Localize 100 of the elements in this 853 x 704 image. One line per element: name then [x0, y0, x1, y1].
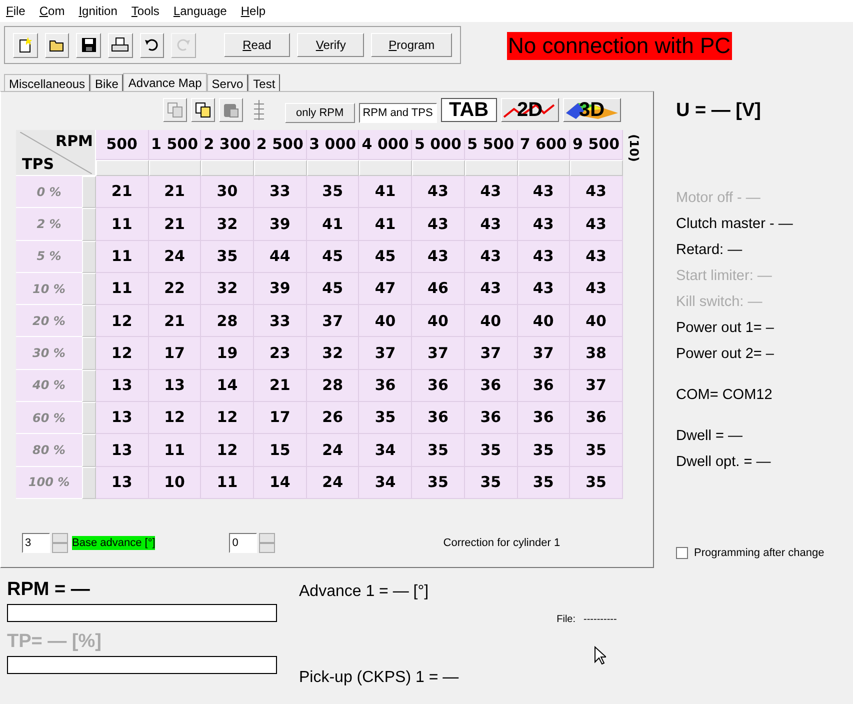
table-cell[interactable]: 37	[412, 337, 465, 370]
table-cell[interactable]: 36	[412, 370, 465, 402]
table-cell[interactable]: 34	[359, 466, 412, 499]
table-cell[interactable]: 13	[96, 434, 149, 467]
table-cell[interactable]: 32	[201, 272, 254, 306]
table-cell[interactable]: 37	[464, 337, 518, 370]
table-cell[interactable]: 35	[412, 466, 465, 499]
table-cell[interactable]: 44	[254, 240, 307, 273]
table-cell[interactable]: 33	[254, 176, 307, 208]
header-spacer-cell[interactable]	[464, 160, 518, 176]
checkbox-label[interactable]: Programming after change	[694, 544, 824, 561]
cylinder-correction-field[interactable]: 0	[229, 532, 258, 553]
row-selector-cell[interactable]	[82, 240, 96, 273]
table-cell[interactable]: 21	[148, 208, 202, 241]
table-cell[interactable]: 30	[201, 176, 254, 208]
table-cell[interactable]: 35	[412, 434, 465, 467]
table-cell[interactable]: 14	[201, 370, 254, 402]
table-cell[interactable]: 32	[201, 208, 254, 241]
table-cell[interactable]: 12	[96, 305, 149, 338]
spin-buttons[interactable]	[259, 532, 276, 553]
toolbar-text-button[interactable]: Verify	[297, 33, 364, 57]
row-selector-cell[interactable]	[82, 272, 96, 306]
table-cell[interactable]: 36	[412, 402, 465, 434]
table-cell[interactable]: 21	[96, 176, 149, 208]
header-spacer-cell[interactable]	[201, 160, 254, 176]
table-cell[interactable]: 35	[201, 240, 254, 273]
toolbar-button[interactable]	[13, 32, 38, 58]
table-cell[interactable]: 11	[96, 240, 149, 273]
header-spacer-cell[interactable]	[148, 160, 202, 176]
toolbar-text-button[interactable]: Program	[371, 33, 452, 57]
table-cell[interactable]: 11	[96, 208, 149, 241]
table-cell[interactable]: 13	[148, 370, 202, 402]
table-cell[interactable]: 40	[518, 305, 570, 338]
menu-item[interactable]: Tools	[131, 2, 160, 20]
table-cell[interactable]: 41	[306, 208, 360, 241]
map-tool-button[interactable]	[191, 98, 215, 122]
table-cell[interactable]: 28	[306, 370, 360, 402]
table-cell[interactable]: 41	[359, 208, 412, 241]
table-cell[interactable]: 40	[570, 305, 623, 338]
table-cell[interactable]: 24	[306, 466, 360, 499]
table-cell[interactable]: 38	[570, 337, 623, 370]
table-cell[interactable]: 12	[148, 402, 202, 434]
table-cell[interactable]: 41	[359, 176, 412, 208]
row-selector-cell[interactable]	[82, 208, 96, 241]
header-spacer-cell[interactable]	[570, 160, 623, 176]
table-cell[interactable]: 35	[464, 434, 518, 467]
table-cell[interactable]: 22	[148, 272, 202, 306]
tab[interactable]: Test	[248, 74, 280, 91]
table-cell[interactable]: 24	[148, 240, 202, 273]
row-selector-cell[interactable]	[82, 370, 96, 402]
table-cell[interactable]: 35	[518, 466, 570, 499]
mode-button[interactable]: only RPM	[285, 103, 355, 123]
row-selector-cell[interactable]	[82, 176, 96, 208]
row-selector-cell[interactable]	[82, 337, 96, 370]
table-cell[interactable]: 39	[254, 272, 307, 306]
table-cell[interactable]: 40	[412, 305, 465, 338]
toolbar-button[interactable]	[76, 32, 101, 58]
table-cell[interactable]: 11	[201, 466, 254, 499]
table-cell[interactable]: 21	[148, 305, 202, 338]
tab[interactable]: Servo	[206, 74, 248, 91]
row-selector-cell[interactable]	[82, 466, 96, 499]
toolbar-button[interactable]	[44, 32, 70, 58]
table-cell[interactable]: 43	[412, 176, 465, 208]
table-cell[interactable]: 35	[359, 402, 412, 434]
table-cell[interactable]: 23	[254, 337, 307, 370]
table-cell[interactable]: 43	[412, 240, 465, 273]
table-cell[interactable]: 33	[254, 305, 307, 338]
table-cell[interactable]: 36	[570, 402, 623, 434]
table-cell[interactable]: 45	[306, 240, 360, 273]
toolbar-button[interactable]	[140, 32, 164, 58]
table-cell[interactable]: 13	[96, 402, 149, 434]
menu-item[interactable]: Com	[39, 2, 65, 20]
checkbox[interactable]	[676, 546, 688, 559]
table-cell[interactable]: 43	[570, 208, 623, 241]
header-spacer-cell[interactable]	[96, 160, 149, 176]
table-cell[interactable]: 19	[201, 337, 254, 370]
menu-item[interactable]: Help	[240, 2, 266, 20]
tab[interactable]: Miscellaneous	[4, 74, 90, 91]
menu-item[interactable]: File	[6, 2, 26, 20]
table-cell[interactable]: 45	[306, 272, 360, 306]
table-cell[interactable]: 43	[518, 208, 570, 241]
mode-button[interactable]: RPM and TPS	[358, 103, 437, 123]
header-spacer-cell[interactable]	[254, 160, 307, 176]
table-cell[interactable]: 21	[148, 176, 202, 208]
table-cell[interactable]: 13	[96, 370, 149, 402]
table-cell[interactable]: 40	[464, 305, 518, 338]
table-cell[interactable]: 40	[359, 305, 412, 338]
table-view-button[interactable]: TAB	[440, 98, 497, 122]
table-cell[interactable]: 12	[201, 434, 254, 467]
table-cell[interactable]: 46	[412, 272, 465, 306]
table-cell[interactable]: 45	[359, 240, 412, 273]
table-cell[interactable]: 11	[148, 434, 202, 467]
table-cell[interactable]: 35	[464, 466, 518, 499]
table-cell[interactable]: 36	[518, 402, 570, 434]
table-cell[interactable]: 17	[254, 402, 307, 434]
table-cell[interactable]: 17	[148, 337, 202, 370]
table-cell[interactable]: 35	[570, 434, 623, 467]
table-cell[interactable]: 43	[570, 240, 623, 273]
table-cell[interactable]: 43	[464, 208, 518, 241]
table-cell[interactable]: 43	[518, 240, 570, 273]
